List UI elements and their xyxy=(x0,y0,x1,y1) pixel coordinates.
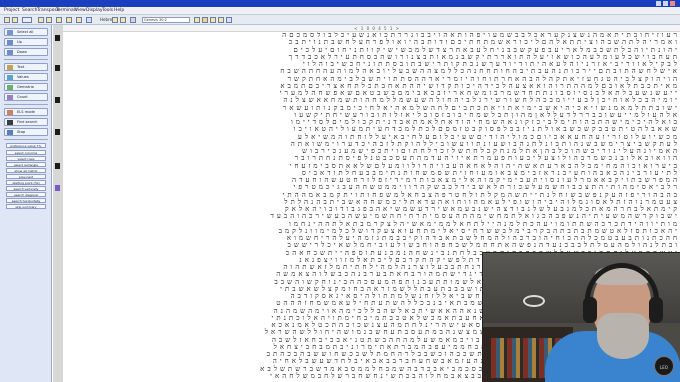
paste-icon[interactable] xyxy=(56,17,62,23)
search-vertically-button[interactable]: search vertically xyxy=(6,186,46,191)
strip-marker xyxy=(55,97,60,103)
find-search-label: Find search xyxy=(17,120,38,124)
font-icon[interactable] xyxy=(112,17,118,23)
minimize-icon[interactable] xyxy=(656,1,661,6)
print-icon[interactable] xyxy=(38,17,44,23)
count-icon xyxy=(7,95,13,100)
lamp-icon xyxy=(523,295,545,307)
strip-marker xyxy=(55,129,60,135)
select-all-label: Select all xyxy=(17,30,34,34)
stop-label: Stop xyxy=(17,130,26,134)
down-button[interactable]: Down xyxy=(4,48,48,56)
select-rows-button[interactable]: select rows xyxy=(6,156,46,161)
strip-marker xyxy=(55,35,60,41)
grid-icon[interactable] xyxy=(86,17,92,23)
reference-field[interactable]: Genesis 30:2 xyxy=(142,17,190,23)
search-diagonal-button[interactable]: search diagonal xyxy=(6,192,46,197)
text-label: Text xyxy=(17,65,25,69)
down-label: Down xyxy=(17,50,28,54)
preference-button[interactable]: preference value T.S. xyxy=(6,143,46,148)
find-icon xyxy=(7,120,13,125)
settings-icon[interactable] xyxy=(76,17,82,23)
up-arrow-icon xyxy=(7,40,13,45)
gematria-icon xyxy=(7,85,13,90)
search-horizontally-button[interactable]: search horizontally xyxy=(6,198,46,203)
select-columns-button[interactable]: select columns xyxy=(6,150,46,155)
highlight-strip xyxy=(53,25,63,382)
window-titlebar xyxy=(0,0,680,7)
close-icon[interactable] xyxy=(670,1,675,6)
column-ruler: < 1 0 0 4 5 1 > xyxy=(63,25,680,32)
select-all-button[interactable]: Select all xyxy=(4,28,48,36)
presenter-beard xyxy=(597,313,649,359)
menu-tools[interactable]: Tools xyxy=(102,7,113,15)
els-mode-button[interactable]: ELS mode xyxy=(4,108,48,116)
copy-icon[interactable] xyxy=(46,17,52,23)
ruler-label: < 1 0 0 4 5 1 > xyxy=(354,26,400,31)
new-icon[interactable] xyxy=(4,17,10,23)
menu-bar: Project Search Transpose Terminals View … xyxy=(0,7,680,15)
select-icon xyxy=(7,30,13,35)
starting-point-button[interactable]: starting point (hb) xyxy=(6,180,46,185)
toolbar: Hebrew Genesis 30:2 xyxy=(0,15,680,25)
menu-project[interactable]: Project xyxy=(4,7,19,15)
prev-next-button[interactable]: prev-next xyxy=(6,174,46,179)
gematria-button[interactable]: Gematria xyxy=(4,83,48,91)
down-arrow-icon xyxy=(7,50,13,55)
up-button[interactable]: Up xyxy=(4,38,48,46)
save-icon[interactable] xyxy=(22,17,32,23)
stop-icon xyxy=(7,130,13,135)
open-icon[interactable] xyxy=(12,17,18,23)
channel-logo-text: LEO xyxy=(660,365,668,370)
menu-display[interactable]: Display xyxy=(86,7,103,15)
clear-icon[interactable] xyxy=(218,17,224,23)
count-button[interactable]: Count xyxy=(4,93,48,101)
find-icon[interactable] xyxy=(66,17,72,23)
info-icon[interactable] xyxy=(226,17,232,23)
menu-search[interactable]: Search xyxy=(22,7,37,15)
sidebar-divider xyxy=(4,59,48,60)
gematria-label: Gematria xyxy=(17,85,34,89)
text-icon xyxy=(7,65,13,70)
strip-marker xyxy=(55,65,60,71)
skip-summary-button[interactable]: skip summary xyxy=(6,204,46,209)
find-search-button[interactable]: Find search xyxy=(4,118,48,126)
els-icon xyxy=(7,110,13,115)
sidebar-divider xyxy=(4,104,48,105)
sidebar-divider xyxy=(4,139,48,140)
color-icon[interactable] xyxy=(120,17,126,23)
up-label: Up xyxy=(17,40,22,44)
count-label: Count xyxy=(17,95,28,99)
headphone-cup-left xyxy=(583,297,597,323)
mark-icon[interactable] xyxy=(210,17,216,23)
highlight-icon[interactable] xyxy=(202,17,208,23)
menu-view[interactable]: View xyxy=(75,7,86,15)
values-button[interactable]: Values xyxy=(4,73,48,81)
show-all-matrix-button[interactable]: show all matrix xyxy=(6,168,46,173)
sidebar: Select all Up Down Text Values Gematria … xyxy=(0,25,52,382)
strip-marker xyxy=(55,163,60,169)
layout-icon[interactable] xyxy=(130,17,136,23)
maximize-icon[interactable] xyxy=(663,1,668,6)
els-mode-label: ELS mode xyxy=(17,110,35,114)
stop-button[interactable]: Stop xyxy=(4,128,48,136)
values-label: Values xyxy=(17,75,29,79)
headphone-cup-right xyxy=(649,297,663,323)
go-icon[interactable] xyxy=(194,17,200,23)
webcam-overlay: LEO xyxy=(482,252,680,382)
select-rectangle-button[interactable]: select rectangle xyxy=(6,162,46,167)
values-icon xyxy=(7,75,13,80)
text-button[interactable]: Text xyxy=(4,63,48,71)
strip-marker xyxy=(55,185,60,191)
menu-help[interactable]: Help xyxy=(114,7,124,15)
